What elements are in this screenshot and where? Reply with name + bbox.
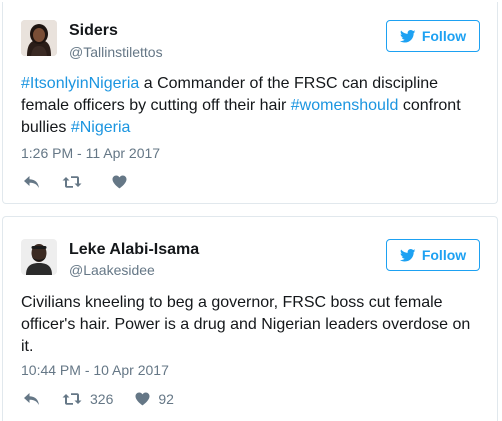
heart-icon xyxy=(112,175,127,189)
retweet-icon xyxy=(62,393,82,405)
tweet-actions xyxy=(23,172,157,192)
avatar[interactable] xyxy=(21,20,57,56)
retweet-icon xyxy=(62,176,82,188)
tweet-timestamp[interactable]: 1:26 PM - 11 Apr 2017 xyxy=(21,145,160,161)
user-handle[interactable]: @Tallinstilettos xyxy=(69,44,163,60)
user-handle[interactable]: @Laakesidee xyxy=(69,262,155,278)
tweet-text: #ItsonlyinNigeria a Commander of the FRS… xyxy=(21,73,481,139)
twitter-bird-icon xyxy=(399,248,416,261)
reply-button[interactable] xyxy=(23,392,40,406)
tweet-actions: 326 92 xyxy=(23,389,196,409)
tweet-card: Leke Alabi-Isama @Laakesidee Follow Civi… xyxy=(2,216,498,421)
follow-label: Follow xyxy=(421,247,467,263)
tweet-text-segment: Civilians kneeling to beg a governor, FR… xyxy=(21,294,471,355)
retweet-button[interactable]: 326 xyxy=(62,391,113,407)
like-button[interactable] xyxy=(112,175,135,189)
follow-label: Follow xyxy=(421,28,467,44)
tweet-text: Civilians kneeling to beg a governor, FR… xyxy=(21,292,481,358)
reply-icon xyxy=(24,393,39,405)
hashtag-link[interactable]: #womenshould xyxy=(291,97,399,114)
retweet-button[interactable] xyxy=(62,175,90,189)
retweet-count: 326 xyxy=(90,391,114,407)
follow-button[interactable]: Follow xyxy=(386,239,480,271)
display-name[interactable]: Siders xyxy=(69,22,118,40)
like-button[interactable]: 92 xyxy=(135,391,174,407)
heart-icon xyxy=(135,392,150,406)
reply-icon xyxy=(24,176,39,188)
hashtag-link[interactable]: #ItsonlyinNigeria xyxy=(21,75,139,92)
tweet-card: Siders @Tallinstilettos Follow #Itsonlyi… xyxy=(2,2,498,204)
reply-button[interactable] xyxy=(23,175,40,189)
display-name[interactable]: Leke Alabi-Isama xyxy=(69,241,199,259)
follow-button[interactable]: Follow xyxy=(386,20,480,52)
like-count: 92 xyxy=(158,391,174,407)
avatar[interactable] xyxy=(21,239,57,275)
hashtag-link[interactable]: #Nigeria xyxy=(71,119,131,136)
twitter-bird-icon xyxy=(399,29,416,42)
tweet-timestamp[interactable]: 10:44 PM - 10 Apr 2017 xyxy=(21,362,169,378)
